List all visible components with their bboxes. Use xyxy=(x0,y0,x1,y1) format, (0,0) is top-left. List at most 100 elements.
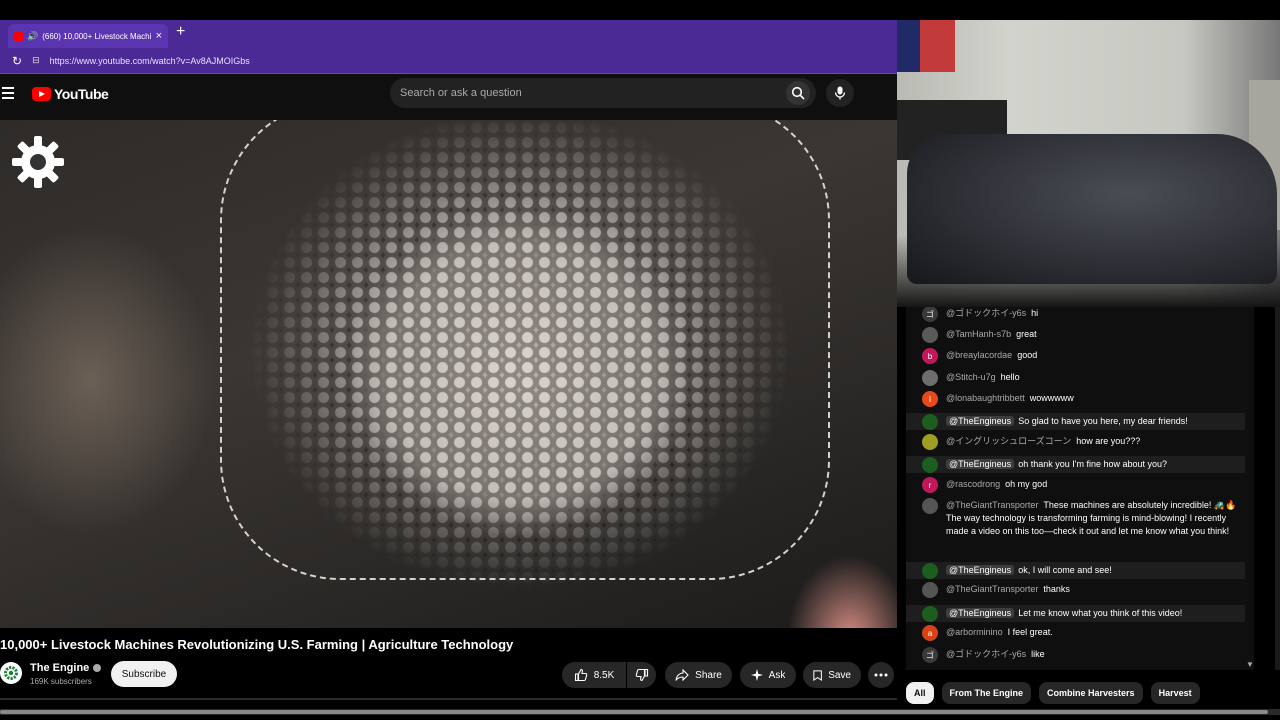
chat-message-text: Let me know what you think of this video… xyxy=(1018,608,1183,618)
chat-avatar[interactable]: ゴ xyxy=(922,647,938,663)
chat-author[interactable]: @lonabaughtribbett xyxy=(946,393,1025,403)
new-tab-button[interactable]: + xyxy=(176,23,185,41)
screen: 🔊 (660) 10,000+ Livestock Machi × + ↻ ⊟ … xyxy=(0,0,1280,720)
chat-author[interactable]: @イングリッシュローズコーン xyxy=(946,436,1071,446)
chat-message: l @lonabaughtribbett wowwwww xyxy=(906,391,1245,407)
chat-avatar[interactable]: l xyxy=(922,391,938,407)
filter-chip[interactable]: Harvest xyxy=(1150,682,1200,704)
filter-chips: All From The Engine Combine Harvesters Harv… xyxy=(906,682,1200,704)
browser-tab[interactable]: 🔊 (660) 10,000+ Livestock Machi × xyxy=(8,24,168,48)
ask-button[interactable]: Ask xyxy=(740,662,796,688)
chat-message-body: @TheGiantTransporter thanks xyxy=(946,583,1245,596)
channel-name-text[interactable]: The Engine xyxy=(30,662,89,674)
share-icon xyxy=(675,669,689,681)
bookmark-icon xyxy=(813,669,822,681)
chat-avatar[interactable] xyxy=(922,563,938,579)
video-frame-stitching xyxy=(220,120,830,580)
chat-message-text: wowwwww xyxy=(1029,393,1074,403)
chat-message-body: @TheEngineus So glad to have you here, my… xyxy=(946,415,1245,428)
channel-avatar[interactable] xyxy=(0,662,22,684)
chat-avatar[interactable] xyxy=(922,370,938,386)
share-button[interactable]: Share xyxy=(665,662,732,688)
chat-message-owner: @TheEngineus Let me know what you think o… xyxy=(906,605,1245,622)
chat-author[interactable]: @arborminino xyxy=(946,627,1003,637)
chat-message-body: @breaylacordae good xyxy=(946,349,1245,362)
chat-message-text: I feel great. xyxy=(1007,627,1053,637)
chat-author[interactable]: @ゴドックホイ-y6s xyxy=(946,649,1026,659)
filter-chip[interactable]: All xyxy=(906,682,934,704)
chat-message-text: ok, I will come and see! xyxy=(1018,565,1112,575)
chat-author[interactable]: @TheEngineus xyxy=(946,459,1015,469)
chat-message-body: @lonabaughtribbett wowwwww xyxy=(946,392,1245,405)
chat-avatar[interactable]: ゴ xyxy=(922,307,938,322)
more-actions-button[interactable] xyxy=(868,662,894,688)
search-button[interactable] xyxy=(786,81,810,105)
ask-label: Ask xyxy=(768,669,786,681)
thumbs-down-icon xyxy=(635,668,648,682)
chat-avatar[interactable] xyxy=(922,582,938,598)
chat-avatar[interactable] xyxy=(922,498,938,514)
chat-author[interactable]: @TheEngineus xyxy=(946,608,1015,618)
video-player[interactable] xyxy=(0,120,897,628)
chat-avatar[interactable] xyxy=(922,414,938,430)
chat-author[interactable]: @TheEngineus xyxy=(946,416,1015,426)
chat-avatar[interactable]: r xyxy=(922,477,938,493)
chat-message-body: @イングリッシュローズコーン how are you??? xyxy=(946,435,1245,448)
chat-message-body: @TheEngineus Let me know what you think o… xyxy=(946,607,1245,620)
live-chat[interactable]: ゴ @ゴドックホイ-y6s hi @TamHanh-s7b great b @breayla… xyxy=(906,307,1254,670)
subscribe-button[interactable]: Subscribe xyxy=(111,661,177,687)
chat-author[interactable]: @rascodrong xyxy=(946,479,1000,489)
video-title: 10,000+ Livestock Machines Revolutionizi… xyxy=(0,637,514,652)
chat-avatar[interactable]: a xyxy=(922,625,938,641)
chat-author[interactable]: @TheGiantTransporter xyxy=(946,500,1038,510)
youtube-logo[interactable]: YouTube xyxy=(32,86,109,102)
scroll-down-icon[interactable]: ▼ xyxy=(1246,660,1254,669)
chat-message-text: like xyxy=(1031,649,1045,659)
voice-search-button[interactable] xyxy=(826,79,854,107)
chat-message-text: hi xyxy=(1031,308,1039,318)
chat-message: r @rascodrong oh my god xyxy=(906,477,1245,493)
chat-avatar[interactable] xyxy=(922,327,938,343)
chat-author[interactable]: @Stitch-u7g xyxy=(946,372,996,382)
channel-gear-icon xyxy=(12,136,64,188)
filter-chip[interactable]: Combine Harvesters xyxy=(1039,682,1143,704)
chat-message-text: great xyxy=(1016,329,1037,339)
speaker-icon[interactable]: 🔊 xyxy=(27,31,38,42)
chat-author[interactable]: @TamHanh-s7b xyxy=(946,329,1011,339)
save-button[interactable]: Save xyxy=(803,662,861,688)
url-field[interactable]: https://www.youtube.com/watch?v=Av8AJMOI… xyxy=(50,56,250,66)
wall-flag xyxy=(897,20,955,72)
tab-title: (660) 10,000+ Livestock Machi xyxy=(42,31,152,41)
chat-avatar[interactable]: b xyxy=(922,348,938,364)
chat-author[interactable]: @ゴドックホイ-y6s xyxy=(946,308,1026,318)
site-info-icon[interactable]: ⊟ xyxy=(32,55,40,66)
chat-message-owner: @TheEngineus So glad to have you here, my… xyxy=(906,413,1245,430)
like-button[interactable]: 8.5K xyxy=(562,662,626,688)
dislike-button[interactable] xyxy=(627,662,656,688)
chat-message-body: @TheEngineus ok, I will come and see! xyxy=(946,564,1245,577)
save-label: Save xyxy=(828,669,851,681)
reload-icon[interactable]: ↻ xyxy=(12,54,22,68)
chat-avatar[interactable] xyxy=(922,457,938,473)
channel-name[interactable]: The Engine xyxy=(30,662,102,674)
chat-message: @TheGiantTransporter These machines are a… xyxy=(906,498,1245,555)
horizontal-scrollbar[interactable] xyxy=(0,709,1280,715)
filter-chip[interactable]: From The Engine xyxy=(941,682,1032,704)
chat-scrollbar[interactable] xyxy=(1275,307,1280,670)
chat-author[interactable]: @TheGiantTransporter xyxy=(946,584,1038,594)
youtube-favicon-icon xyxy=(14,31,23,41)
chat-avatar[interactable] xyxy=(922,434,938,450)
close-tab-icon[interactable]: × xyxy=(156,30,162,42)
chat-message-text: thanks xyxy=(1043,584,1070,594)
hamburger-menu-icon[interactable] xyxy=(2,87,14,99)
chat-message-text: So glad to have you here, my dear friend… xyxy=(1018,416,1188,426)
chat-author[interactable]: @breaylacordae xyxy=(946,350,1012,360)
chat-avatar[interactable] xyxy=(922,606,938,622)
chat-message: ゴ @ゴドックホイ-y6s like xyxy=(906,647,1245,663)
scrollbar-thumb[interactable] xyxy=(0,710,1268,714)
chat-author[interactable]: @TheEngineus xyxy=(946,565,1015,575)
youtube-header: YouTube Search or ask a question xyxy=(0,74,897,120)
search-input[interactable]: Search or ask a question xyxy=(390,78,816,108)
subscriber-count: 169K subscribers xyxy=(30,677,92,686)
chat-message: @TheGiantTransporter thanks xyxy=(906,582,1245,598)
